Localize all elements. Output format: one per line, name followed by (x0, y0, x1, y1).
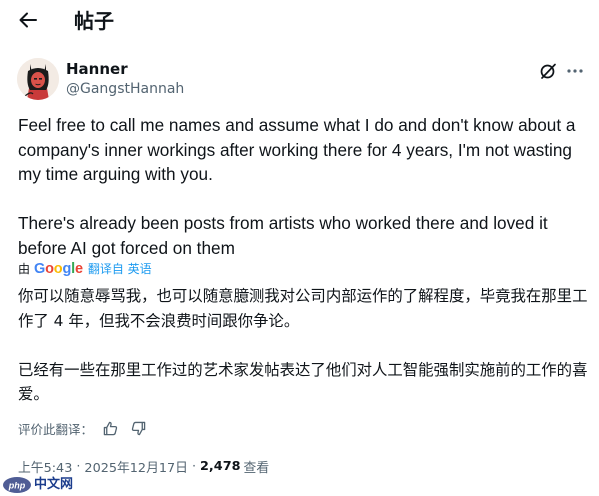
watermark-text: 中文网 (34, 477, 74, 492)
translated-text: 你可以随意辱骂我，也可以随意臆测我对公司内部运作的了解程度，毕竟我在那里工作了 … (18, 284, 593, 407)
top-bar: 帖子 (0, 0, 599, 40)
author-handle[interactable]: @GangstHannah (66, 80, 184, 98)
svg-text:php: php (8, 481, 26, 491)
thumbs-up-button[interactable] (99, 418, 121, 438)
post-text: Feel free to call me names and assume wh… (18, 113, 593, 260)
translation-attribution: 由 Google 翻译自 英语 (18, 260, 152, 278)
author-avatar[interactable] (17, 58, 59, 100)
meta-separator: · (76, 458, 81, 474)
meta-separator: · (191, 458, 197, 474)
grok-button[interactable] (537, 60, 559, 82)
more-options-button[interactable] (563, 60, 587, 82)
translated-paragraph: 你可以随意辱骂我，也可以随意臆测我对公司内部运作的了解程度，毕竟我在那里工作了 … (18, 287, 588, 330)
translated-paragraph: 已经有一些在那里工作过的艺术家发帖表达了他们对人工智能强制实施前的工作的喜爱。 (18, 360, 588, 404)
author-name[interactable]: Hanner (66, 60, 128, 78)
site-watermark: php 中文网 (2, 476, 73, 494)
thumbs-down-button[interactable] (127, 418, 149, 438)
rate-translation: 评价此翻译： (18, 418, 149, 438)
post-paragraph: Feel free to call me names and assume wh… (18, 115, 576, 184)
post-time[interactable]: 上午5:43 (18, 457, 72, 476)
views-count: 2,478 (200, 458, 241, 474)
thumbs-up-icon (103, 421, 117, 435)
thumbs-down-icon (131, 421, 145, 435)
more-icon (567, 69, 583, 73)
views-label: 查看 (243, 460, 270, 476)
translated-from-link[interactable]: 翻译自 英语 (88, 260, 152, 278)
google-logo: Google (34, 261, 83, 277)
avatar-illustration (17, 58, 59, 100)
post-metadata: 上午5:43 · 2025年12月17日 · 2,478 查看 (18, 456, 269, 476)
translated-by-label: 由 (18, 262, 31, 276)
post-date[interactable]: 2025年12月17日 (84, 457, 188, 476)
grok-icon (540, 63, 556, 79)
back-arrow-icon (19, 12, 37, 28)
post-paragraph: There's already been posts from artists … (18, 213, 548, 258)
php-logo-icon: php (3, 477, 31, 493)
back-button[interactable] (14, 6, 42, 34)
page-title: 帖子 (74, 9, 114, 33)
rate-translation-label: 评价此翻译： (18, 421, 94, 437)
